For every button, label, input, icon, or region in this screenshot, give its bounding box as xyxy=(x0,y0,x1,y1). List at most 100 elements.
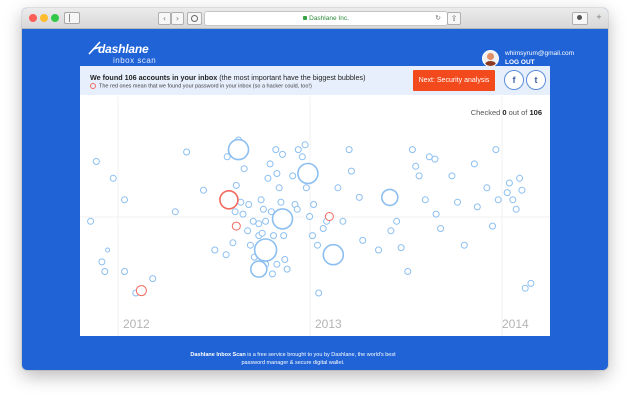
account-bubble[interactable] xyxy=(306,213,314,220)
account-bubble[interactable] xyxy=(494,196,502,204)
logout-link[interactable]: LOG OUT xyxy=(505,59,535,66)
account-bubble[interactable] xyxy=(345,146,353,154)
account-bubble[interactable] xyxy=(237,198,245,206)
close-window-button[interactable] xyxy=(29,14,37,22)
account-bubble[interactable] xyxy=(92,158,100,165)
account-bubble[interactable] xyxy=(273,260,281,268)
account-bubble[interactable] xyxy=(359,236,367,244)
account-bubble[interactable] xyxy=(339,217,347,225)
account-bubble[interactable] xyxy=(489,222,496,230)
account-bubble[interactable] xyxy=(431,155,439,163)
account-bubble[interactable] xyxy=(257,196,265,204)
account-bubble[interactable] xyxy=(294,146,302,154)
address-bar[interactable]: Dashlane Inc. ↻ xyxy=(204,11,448,26)
account-bubble[interactable] xyxy=(310,201,318,208)
account-bubble[interactable] xyxy=(483,184,491,192)
account-bubble[interactable] xyxy=(301,141,309,149)
account-bubble[interactable] xyxy=(448,172,456,180)
account-bubble-exposed[interactable] xyxy=(324,212,334,221)
account-bubble[interactable] xyxy=(298,153,306,161)
account-bubble[interactable] xyxy=(222,251,230,259)
account-bubble[interactable] xyxy=(264,174,272,182)
account-bubble[interactable] xyxy=(255,220,263,228)
account-bubble[interactable] xyxy=(200,186,207,194)
account-bubble[interactable] xyxy=(280,232,288,240)
account-bubble[interactable] xyxy=(302,184,310,192)
account-bubble[interactable] xyxy=(121,196,128,204)
account-bubble[interactable] xyxy=(246,241,254,249)
account-bubble[interactable] xyxy=(229,239,237,247)
facebook-share-button[interactable]: f xyxy=(504,70,524,90)
account-bubble[interactable] xyxy=(512,205,520,213)
account-bubble[interactable] xyxy=(249,217,257,225)
account-bubble[interactable] xyxy=(268,270,276,278)
account-bubble[interactable] xyxy=(272,146,280,154)
sidebar-toggle-icon[interactable] xyxy=(64,12,80,24)
account-bubble[interactable] xyxy=(231,208,239,216)
account-bubble[interactable] xyxy=(279,150,286,158)
account-bubble[interactable] xyxy=(227,138,250,161)
account-bubble[interactable] xyxy=(109,174,117,182)
forward-arrow-icon[interactable]: › xyxy=(171,12,184,25)
account-bubble[interactable] xyxy=(87,217,95,225)
account-bubble[interactable] xyxy=(250,260,268,278)
account-bubble[interactable] xyxy=(101,268,109,275)
account-bubble[interactable] xyxy=(258,229,266,237)
back-arrow-icon[interactable]: ‹ xyxy=(158,12,171,25)
account-bubble[interactable] xyxy=(273,170,281,177)
account-bubble[interactable] xyxy=(211,246,219,254)
account-bubble[interactable] xyxy=(397,244,405,252)
account-bubble[interactable] xyxy=(315,289,323,297)
account-bubble[interactable] xyxy=(415,172,423,180)
account-bubble[interactable] xyxy=(121,268,128,275)
shield-icon[interactable] xyxy=(187,12,202,25)
account-bubble[interactable] xyxy=(387,227,395,235)
account-bubble[interactable] xyxy=(437,225,445,232)
account-bubble[interactable] xyxy=(270,232,277,240)
account-bubble[interactable] xyxy=(314,241,321,249)
account-bubble[interactable] xyxy=(289,172,297,180)
account-bubble[interactable] xyxy=(492,146,500,154)
account-bubble[interactable] xyxy=(245,201,253,208)
account-bubble[interactable] xyxy=(319,225,327,232)
next-security-analysis-button[interactable]: Next: Security analysis xyxy=(413,70,495,91)
zoom-window-button[interactable] xyxy=(51,14,59,22)
account-bubble[interactable] xyxy=(503,189,511,197)
account-bubble[interactable] xyxy=(171,208,179,216)
account-bubble[interactable] xyxy=(271,208,294,230)
account-bubble[interactable] xyxy=(473,203,481,211)
account-bubble[interactable] xyxy=(266,160,274,168)
account-bubble[interactable] xyxy=(322,243,345,266)
account-bubble[interactable] xyxy=(309,232,316,240)
account-bubble[interactable] xyxy=(505,179,513,187)
account-bubble[interactable] xyxy=(470,160,478,168)
account-bubble[interactable] xyxy=(293,205,301,213)
twitter-share-button[interactable]: t xyxy=(526,70,546,90)
account-bubble[interactable] xyxy=(425,153,433,161)
account-bubble[interactable] xyxy=(281,256,289,263)
account-bubble[interactable] xyxy=(183,148,191,156)
new-tab-icon[interactable]: + xyxy=(593,12,605,23)
extension-icon[interactable] xyxy=(572,12,588,25)
account-bubble[interactable] xyxy=(239,210,247,218)
account-bubble[interactable] xyxy=(380,188,399,207)
account-bubble[interactable] xyxy=(262,217,270,225)
account-bubble[interactable] xyxy=(460,241,468,249)
account-bubble[interactable] xyxy=(408,146,416,154)
account-bubble[interactable] xyxy=(509,196,517,204)
account-bubble[interactable] xyxy=(516,174,524,182)
account-bubble[interactable] xyxy=(105,247,111,253)
account-bubble[interactable] xyxy=(355,193,363,201)
account-bubble-exposed[interactable] xyxy=(219,190,239,210)
account-bubble[interactable] xyxy=(412,162,420,170)
account-bubble[interactable] xyxy=(240,165,248,173)
account-bubble[interactable] xyxy=(454,198,461,206)
account-bubble[interactable] xyxy=(253,238,278,262)
account-bubble[interactable] xyxy=(275,184,283,192)
share-icon[interactable]: ⇪ xyxy=(447,12,461,25)
account-bubble[interactable] xyxy=(518,186,526,194)
account-bubble[interactable] xyxy=(334,184,342,192)
account-bubble-exposed[interactable] xyxy=(231,221,241,231)
account-bubble-exposed[interactable] xyxy=(135,285,147,297)
account-bubble[interactable] xyxy=(259,205,267,213)
